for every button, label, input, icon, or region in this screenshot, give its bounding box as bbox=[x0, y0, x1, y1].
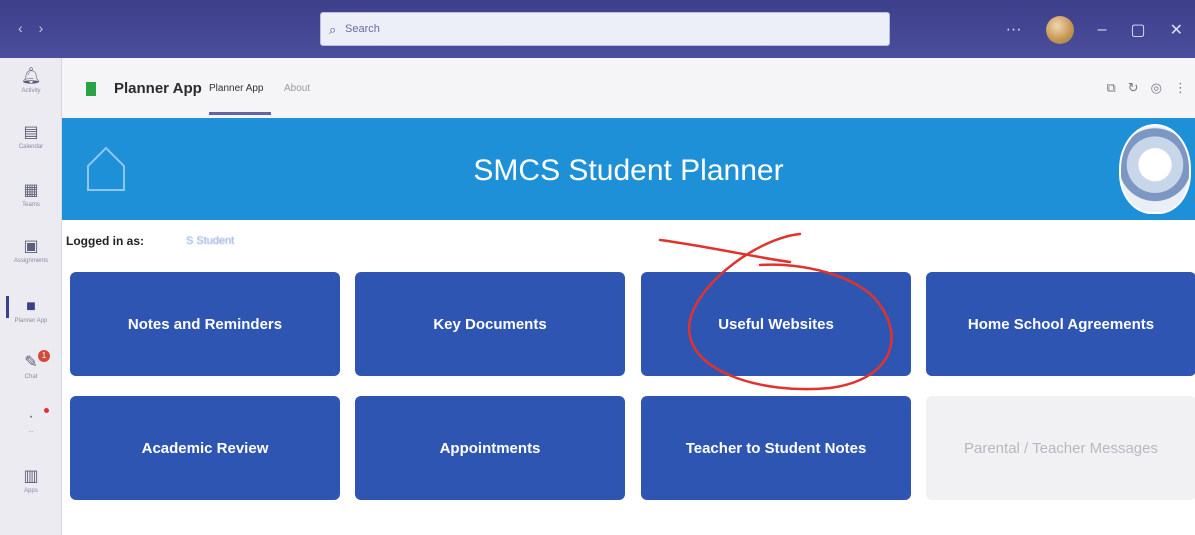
rail-item-activity[interactable]: 🔔︎ Activity bbox=[0, 68, 62, 94]
rail-item-chat[interactable]: ✎ 1 Chat bbox=[0, 350, 62, 380]
rail-item-planner[interactable]: ■ Planner App bbox=[0, 296, 62, 324]
rail-label: Activity bbox=[21, 88, 41, 94]
tab-planner-app[interactable]: Planner App bbox=[209, 83, 264, 94]
tile-home-school-agreements[interactable]: Home School Agreements bbox=[926, 272, 1195, 376]
logged-in-user: S Student bbox=[186, 235, 235, 247]
tile-useful-websites[interactable]: Useful Websites bbox=[641, 272, 911, 376]
more-options-icon[interactable]: ··· bbox=[1006, 21, 1022, 39]
teams-icon: ▦ bbox=[23, 182, 39, 199]
rail-item-more[interactable]: · ... bbox=[0, 408, 62, 434]
rail-item-teams[interactable]: ▦ Teams bbox=[0, 182, 62, 208]
planner-app-icon bbox=[86, 82, 96, 96]
app-name: Planner App bbox=[114, 80, 202, 97]
header-actions: ⧉ ↻ ◎ ⋮ bbox=[1106, 80, 1187, 96]
school-crest-logo bbox=[1119, 124, 1191, 214]
tile-appointments[interactable]: Appointments bbox=[355, 396, 625, 500]
nav-arrows: ‹ › bbox=[18, 20, 49, 36]
tile-key-documents[interactable]: Key Documents bbox=[355, 272, 625, 376]
title-bar: ‹ › ⌕ Search ··· – ▢ ✕ bbox=[0, 0, 1195, 58]
rail-label: Chat bbox=[24, 374, 38, 380]
window-controls: ··· – ▢ ✕ bbox=[1006, 16, 1183, 44]
assignments-icon: ▣ bbox=[23, 238, 39, 255]
more-icon[interactable]: ⋮ bbox=[1174, 80, 1187, 96]
active-tab-underline bbox=[209, 112, 271, 115]
rail-label: Assignments bbox=[13, 258, 49, 264]
forward-button[interactable]: › bbox=[39, 20, 50, 36]
rail-label: Apps bbox=[24, 488, 38, 494]
refresh-icon[interactable]: ↻ bbox=[1128, 80, 1139, 96]
rail-label: Planner App bbox=[14, 318, 48, 324]
rail-item-calendar[interactable]: ▤ Calendar bbox=[0, 124, 62, 150]
rail-label: ... bbox=[28, 428, 34, 434]
planner-banner: SMCS Student Planner bbox=[62, 118, 1195, 220]
rail-label: Calendar bbox=[18, 144, 44, 150]
tab-about[interactable]: About bbox=[284, 83, 310, 94]
globe-icon[interactable]: ◎ bbox=[1151, 80, 1162, 96]
app-header: Planner App Planner App About ⧉ ↻ ◎ ⋮ bbox=[62, 58, 1195, 118]
tile-parental-teacher-messages: Parental / Teacher Messages bbox=[926, 396, 1195, 500]
chat-badge: 1 bbox=[38, 350, 50, 362]
calendar-icon: ▤ bbox=[23, 124, 39, 141]
tile-notes-and-reminders[interactable]: Notes and Reminders bbox=[70, 272, 340, 376]
search-placeholder: Search bbox=[345, 23, 380, 35]
page-title: SMCS Student Planner bbox=[473, 154, 784, 187]
apps-icon: ▥ bbox=[23, 468, 39, 485]
rail-item-assignments[interactable]: ▣ Assignments bbox=[0, 238, 62, 264]
popout-icon[interactable]: ⧉ bbox=[1106, 80, 1115, 96]
maximize-icon[interactable]: ▢ bbox=[1130, 20, 1145, 40]
bell-icon: 🔔︎ bbox=[20, 68, 42, 85]
notification-dot bbox=[44, 408, 49, 413]
left-rail: 🔔︎ Activity ▤ Calendar ▦ Teams ▣ Assignm… bbox=[0, 58, 62, 535]
tile-academic-review[interactable]: Academic Review bbox=[70, 396, 340, 500]
search-input[interactable]: ⌕ Search bbox=[320, 12, 890, 46]
tile-teacher-to-student-notes[interactable]: Teacher to Student Notes bbox=[641, 396, 911, 500]
back-button[interactable]: ‹ bbox=[18, 20, 29, 36]
more-icon: · bbox=[28, 408, 34, 425]
rail-label: Teams bbox=[22, 202, 40, 208]
chat-icon: ✎ bbox=[24, 354, 38, 371]
planner-icon: ■ bbox=[26, 298, 36, 315]
search-icon: ⌕ bbox=[329, 22, 337, 37]
minimize-icon[interactable]: – bbox=[1098, 21, 1107, 39]
rail-item-apps[interactable]: ▥ Apps bbox=[0, 468, 62, 494]
avatar[interactable] bbox=[1045, 16, 1074, 44]
active-indicator bbox=[6, 296, 9, 318]
close-icon[interactable]: ✕ bbox=[1170, 20, 1183, 40]
logged-in-label: Logged in as: bbox=[66, 234, 144, 248]
